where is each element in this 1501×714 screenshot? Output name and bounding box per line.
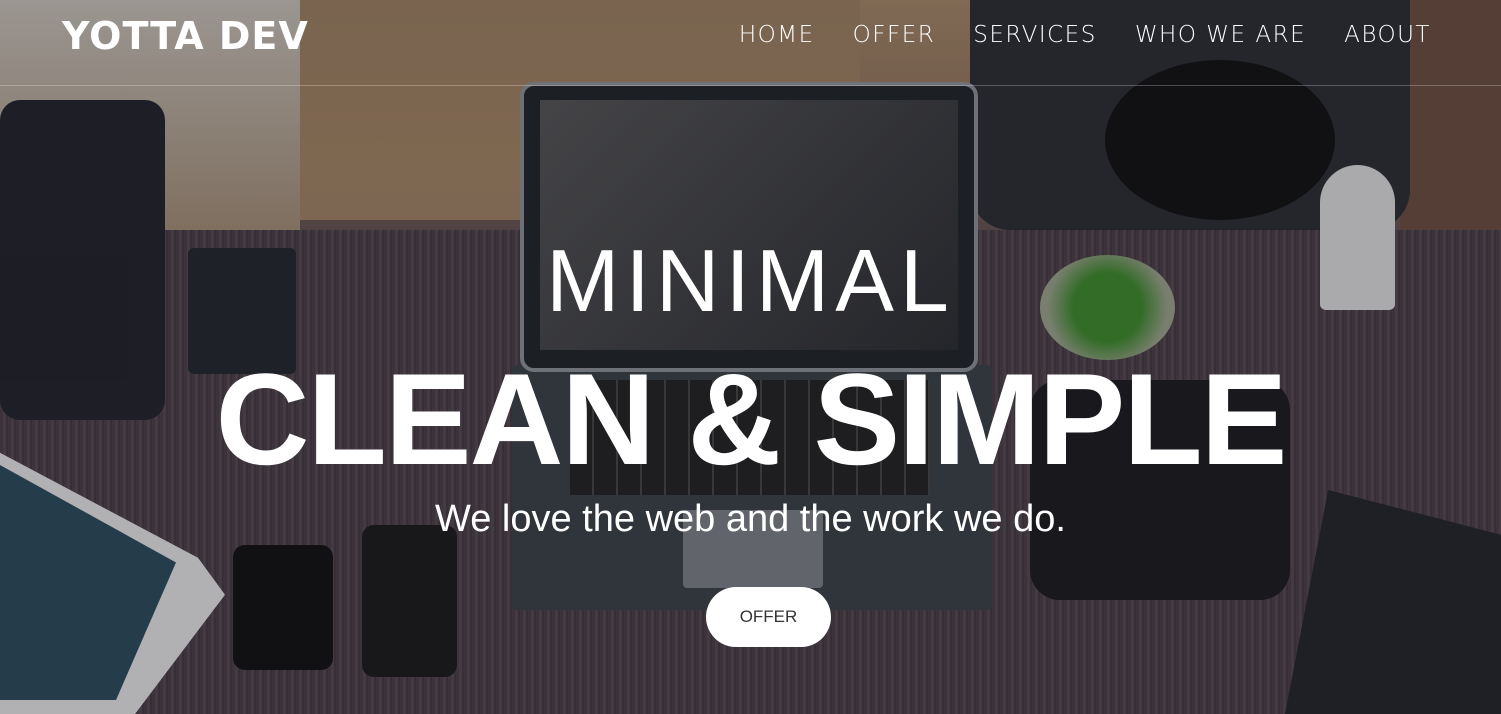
nav-about[interactable]: ABOUT — [1344, 22, 1431, 48]
hero-title: MINIMAL — [546, 231, 955, 330]
hero-section: YOTTA DEV HOME OFFER SERVICES WHO WE ARE… — [0, 0, 1501, 714]
brand-logo[interactable]: YOTTA DEV — [62, 14, 309, 58]
nav-home[interactable]: HOME — [739, 22, 815, 48]
offer-button[interactable]: OFFER — [706, 587, 831, 647]
nav-who-we-are[interactable]: WHO WE ARE — [1135, 22, 1306, 48]
hero-subtitle: We love the web and the work we do. — [435, 498, 1066, 540]
nav-offer[interactable]: OFFER — [853, 22, 936, 48]
navbar: YOTTA DEV HOME OFFER SERVICES WHO WE ARE… — [0, 0, 1501, 86]
nav-menu: HOME OFFER SERVICES WHO WE ARE ABOUT — [739, 22, 1431, 48]
nav-services[interactable]: SERVICES — [973, 22, 1097, 48]
hero-headline: CLEAN & SIMPLE — [215, 346, 1288, 492]
